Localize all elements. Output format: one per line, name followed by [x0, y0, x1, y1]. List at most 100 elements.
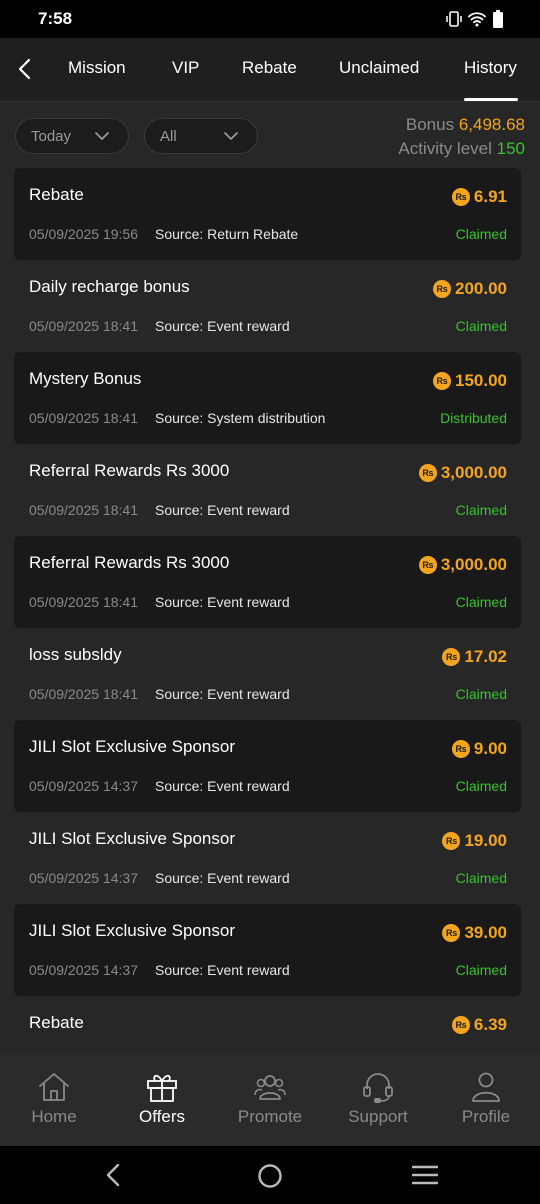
rupee-coin-icon: Rs: [451, 188, 470, 206]
history-record: Rebate Rs 6.39: [14, 996, 521, 1054]
record-status: Claimed: [455, 962, 507, 978]
history-record: Daily recharge bonus 05/09/2025 18:41 So…: [14, 260, 521, 352]
rupee-coin-icon: Rs: [442, 924, 461, 942]
record-date: 05/09/2025 19:56: [29, 226, 138, 242]
history-record: Referral Rewards Rs 3000 05/09/2025 18:4…: [14, 444, 521, 536]
back-button[interactable]: [10, 54, 38, 84]
nav-offers[interactable]: Offers: [108, 1054, 216, 1146]
rupee-coin-icon: Rs: [451, 1016, 470, 1034]
record-amount: Rs 150.00: [433, 371, 507, 391]
record-status: Claimed: [455, 594, 507, 610]
record-amount: Rs 39.00: [442, 923, 507, 943]
record-status: Distributed: [440, 410, 507, 426]
record-title: Rebate: [29, 185, 84, 204]
history-list[interactable]: Rebate 05/09/2025 19:56 Source: Return R…: [0, 168, 540, 1054]
record-source: Source: System distribution: [155, 410, 326, 426]
record-date: 05/09/2025 14:37: [29, 962, 138, 978]
record-amount-value: 39.00: [464, 923, 507, 942]
record-title: Referral Rewards Rs 3000: [29, 461, 230, 480]
nav-home-label: Home: [31, 1107, 77, 1126]
history-record: Mystery Bonus 05/09/2025 18:41 Source: S…: [14, 352, 521, 444]
type-filter-dropdown[interactable]: All: [144, 118, 258, 154]
chevron-left-icon: [18, 58, 31, 80]
record-amount: Rs 19.00: [442, 831, 507, 851]
nav-profile[interactable]: Profile: [432, 1054, 540, 1146]
record-date: 05/09/2025 14:37: [29, 778, 138, 794]
system-home-icon[interactable]: [257, 1163, 283, 1189]
nav-offers-label: Offers: [139, 1107, 185, 1126]
record-amount: Rs 200.00: [433, 279, 507, 299]
record-amount: Rs 9.00: [451, 739, 507, 759]
record-amount: Rs 6.91: [451, 187, 507, 207]
record-title: JILI Slot Exclusive Sponsor: [29, 737, 235, 756]
record-amount: Rs 3,000.00: [418, 463, 507, 483]
rupee-coin-icon: Rs: [418, 464, 437, 482]
record-amount: Rs 17.02: [442, 647, 507, 667]
record-source: Source: Event reward: [155, 686, 290, 702]
system-back-icon[interactable]: [104, 1163, 122, 1187]
gift-icon: [147, 1074, 177, 1102]
record-date: 05/09/2025 18:41: [29, 686, 138, 702]
record-status: Claimed: [455, 778, 507, 794]
activity-level: Activity level 150: [398, 137, 525, 161]
record-amount-value: 3,000.00: [440, 555, 507, 574]
active-tab-indicator: [464, 98, 518, 101]
tab-vip[interactable]: VIP: [172, 58, 199, 78]
record-date: 05/09/2025 18:41: [29, 410, 138, 426]
record-date: 05/09/2025 14:37: [29, 870, 138, 886]
record-status: Claimed: [455, 686, 507, 702]
history-record: JILI Slot Exclusive Sponsor 05/09/2025 1…: [14, 904, 521, 996]
date-filter-dropdown[interactable]: Today: [15, 118, 129, 154]
record-amount-value: 150.00: [455, 371, 507, 390]
nav-support[interactable]: Support: [324, 1054, 432, 1146]
date-filter-value: Today: [31, 127, 72, 145]
record-date: 05/09/2025 18:41: [29, 502, 138, 518]
record-status: Claimed: [455, 870, 507, 886]
system-recents-icon[interactable]: [412, 1165, 438, 1185]
record-amount-value: 9.00: [473, 739, 507, 758]
record-date: 05/09/2025 18:41: [29, 318, 138, 334]
bottom-nav: Home Offers Promote Support Profile: [0, 1054, 540, 1146]
record-source: Source: Event reward: [155, 778, 290, 794]
record-title: Referral Rewards Rs 3000: [29, 553, 230, 572]
record-title: Rebate: [29, 1013, 84, 1032]
record-status: Claimed: [455, 318, 507, 334]
tab-rebate[interactable]: Rebate: [242, 58, 297, 78]
record-amount-value: 200.00: [455, 279, 507, 298]
chevron-down-icon: [95, 132, 109, 140]
record-date: 05/09/2025 18:41: [29, 594, 138, 610]
users-icon: [254, 1075, 286, 1100]
rupee-coin-icon: Rs: [433, 280, 451, 298]
tab-history[interactable]: History: [464, 58, 517, 78]
record-title: Mystery Bonus: [29, 369, 142, 388]
record-title: loss subsldy: [29, 645, 122, 664]
home-icon: [39, 1073, 69, 1101]
tab-mission[interactable]: Mission: [68, 58, 126, 78]
status-icons: [446, 9, 504, 29]
record-amount-value: 6.91: [473, 187, 507, 206]
record-source: Source: Event reward: [155, 870, 290, 886]
nav-promote-label: Promote: [237, 1107, 303, 1126]
battery-icon: [493, 10, 503, 28]
wifi-icon: [468, 12, 486, 27]
status-time: 7:58: [38, 9, 73, 28]
top-tab-bar: Mission VIP Rebate Unclaimed History: [0, 38, 540, 102]
nav-home[interactable]: Home: [0, 1054, 108, 1146]
bonus-summary: Bonus 6,498.68 Activity level 150: [398, 113, 525, 161]
system-nav-bar: [0, 1146, 540, 1204]
record-amount-value: 6.39: [473, 1015, 507, 1034]
rupee-coin-icon: Rs: [433, 372, 451, 390]
rupee-coin-icon: Rs: [451, 740, 470, 758]
record-source: Source: Event reward: [155, 962, 290, 978]
nav-promote[interactable]: Promote: [216, 1054, 324, 1146]
record-title: JILI Slot Exclusive Sponsor: [29, 921, 235, 940]
nav-profile-label: Profile: [461, 1107, 511, 1126]
record-title: JILI Slot Exclusive Sponsor: [29, 829, 235, 848]
profile-icon: [472, 1072, 500, 1102]
record-status: Claimed: [455, 502, 507, 518]
record-title: Daily recharge bonus: [29, 277, 190, 296]
record-amount-value: 19.00: [464, 831, 507, 850]
history-record: JILI Slot Exclusive Sponsor 05/09/2025 1…: [14, 812, 521, 904]
record-source: Source: Return Rebate: [155, 226, 299, 242]
tab-unclaimed[interactable]: Unclaimed: [339, 58, 419, 78]
